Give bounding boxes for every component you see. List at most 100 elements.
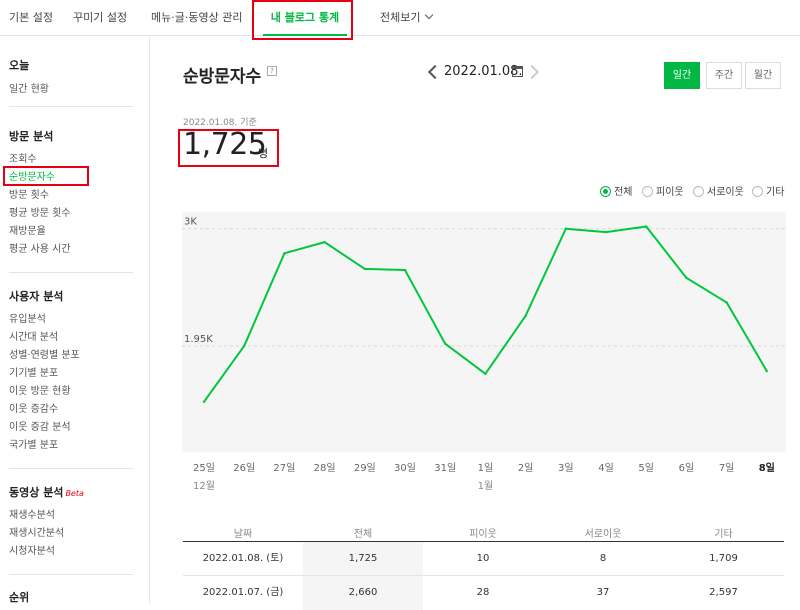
page-title: 순방문자수 <box>183 67 262 87</box>
table-cell-other: 2,597 <box>709 587 738 598</box>
data-point <box>283 252 286 255</box>
help-icon[interactable]: ? <box>267 66 277 76</box>
tab-design-settings[interactable]: 꾸미기 설정 <box>73 0 127 36</box>
radio-selected-icon <box>600 186 611 197</box>
period-daily-button[interactable]: 일간 <box>664 62 700 89</box>
data-point <box>323 240 326 244</box>
tab-view-all-label: 전체보기 <box>380 11 421 24</box>
legend-mutual-neighbors-label: 서로이웃 <box>707 187 744 198</box>
sidebar-divider <box>9 574 133 575</box>
sidebar-item-visit-count[interactable]: 방문 횟수 <box>9 186 49 201</box>
data-point <box>685 276 688 280</box>
sidebar-item-neighbor-change-analysis[interactable]: 이웃 증감 분석 <box>9 418 71 433</box>
sidebar-item-revisit-rate[interactable]: 재방문율 <box>9 222 46 237</box>
sidebar-head-user: 사용자 분석 <box>9 290 64 303</box>
beta-badge: Beta <box>65 489 84 498</box>
sidebar-item-unique-visitors[interactable]: 순방문자수 <box>9 168 55 183</box>
sidebar-item-avg-time[interactable]: 평균 사용 시간 <box>9 240 71 255</box>
period-monthly-button[interactable]: 월간 <box>745 62 781 89</box>
x-month-label: 12월 <box>193 480 215 492</box>
x-tick-label: 5일 <box>638 462 654 474</box>
sidebar-item-country[interactable]: 국가별 분포 <box>9 436 58 451</box>
x-tick-label: 28일 <box>314 462 336 474</box>
calendar-icon[interactable] <box>512 66 523 77</box>
chevron-down-icon <box>425 10 434 20</box>
table-header-mutual: 서로이웃 <box>584 529 622 540</box>
legend-other[interactable]: 기타 <box>752 183 784 198</box>
legend-mutual-neighbors[interactable]: 서로이웃 <box>693 183 744 198</box>
x-month-label: 1월 <box>478 480 494 492</box>
table-cell-mutual: 37 <box>596 587 610 598</box>
sidebar-item-play-count[interactable]: 재생수분석 <box>9 506 55 521</box>
sidebar-head-today: 오늘 <box>9 59 30 72</box>
x-tick-label: 25일 <box>193 462 215 474</box>
sidebar-item-neighbor-visits[interactable]: 이웃 방문 현황 <box>9 382 71 397</box>
x-tick-label: 4일 <box>598 462 614 474</box>
period-weekly-button[interactable]: 주간 <box>706 62 742 89</box>
data-point <box>725 301 728 304</box>
sidebar-divider <box>9 106 133 107</box>
table-cell-total: 1,725 <box>303 542 423 576</box>
data-point <box>484 372 487 376</box>
y-tick-label: 1.95K <box>184 334 213 345</box>
table-cell-mutual: 8 <box>599 553 607 564</box>
data-point <box>564 227 567 230</box>
legend-other-label: 기타 <box>766 187 785 198</box>
tab-content-management[interactable]: 메뉴·글·동영상 관리 <box>151 0 242 36</box>
top-nav: 기본 설정 꾸미기 설정 메뉴·글·동영상 관리 내 블로그 통계 전체보기 <box>0 0 800 36</box>
data-point <box>202 400 206 403</box>
x-tick-label: 27일 <box>273 462 295 474</box>
x-tick-label: 1일 <box>478 462 494 474</box>
sidebar-item-viewers[interactable]: 시청자분석 <box>9 542 55 557</box>
table-header-total: 전체 <box>353 529 373 540</box>
table-cell-neighbors: 28 <box>476 587 490 598</box>
sidebar-item-inflow[interactable]: 유입분석 <box>9 310 46 325</box>
table-row: 2022.01.08. (토) 1,725 10 8 1,709 <box>183 542 784 576</box>
sidebar-head-video-label: 동영상 분석 <box>9 486 64 499</box>
sidebar-item-avg-visits[interactable]: 평균 방문 횟수 <box>9 204 71 219</box>
sidebar-item-gender-age[interactable]: 성별·연령별 분포 <box>9 346 80 361</box>
table-header-neighbors: 피이웃 <box>469 529 497 540</box>
table-cell-date: 2022.01.07. (금) <box>202 587 284 598</box>
radio-icon <box>693 186 704 197</box>
data-point <box>765 369 768 373</box>
y-tick-label: 3K <box>184 217 197 228</box>
sidebar-item-time-analysis[interactable]: 시간대 분석 <box>9 328 58 343</box>
total-visitors-value: 1,725 <box>183 127 267 162</box>
legend-neighbors-label: 피이웃 <box>656 187 684 198</box>
table-cell-other: 1,709 <box>709 553 738 564</box>
data-point <box>363 267 366 271</box>
data-point <box>444 342 447 345</box>
x-tick-label: 8일 <box>759 461 775 474</box>
sidebar-item-neighbor-change[interactable]: 이웃 증감수 <box>9 400 58 415</box>
x-tick-label: 7일 <box>719 462 735 474</box>
tab-view-all[interactable]: 전체보기 <box>380 0 434 36</box>
sidebar-item-device[interactable]: 기기별 분포 <box>9 364 58 379</box>
sidebar-head-video: 동영상 분석 Beta <box>9 484 84 500</box>
sidebar-item-play-time[interactable]: 재생시간분석 <box>9 524 64 539</box>
next-date-arrow-icon[interactable] <box>524 64 540 80</box>
table-cell-date: 2022.01.08. (토) <box>202 553 284 564</box>
x-tick-label: 30일 <box>394 462 416 474</box>
x-tick-label: 6일 <box>679 462 695 474</box>
data-point <box>403 268 407 272</box>
plot-background <box>182 212 786 452</box>
tab-basic-settings[interactable]: 기본 설정 <box>9 0 53 36</box>
x-tick-label: 31일 <box>434 462 456 474</box>
sidebar-item-views[interactable]: 조회수 <box>9 150 37 165</box>
data-point <box>645 225 648 228</box>
active-tab-underline <box>263 34 347 36</box>
table-row: 2022.01.07. (금) 2,660 28 37 2,597 <box>183 576 784 610</box>
sidebar-item-daily-status[interactable]: 일간 현황 <box>9 80 49 95</box>
data-point <box>243 344 246 348</box>
tab-blog-stats[interactable]: 내 블로그 통계 <box>263 0 347 36</box>
table-cell-total: 2,660 <box>303 576 423 610</box>
legend-neighbors[interactable]: 피이웃 <box>642 183 684 198</box>
prev-date-arrow-icon[interactable] <box>427 64 443 80</box>
legend-all[interactable]: 전체 <box>600 183 632 198</box>
table-header-other: 기타 <box>714 529 733 540</box>
radio-icon <box>752 186 763 197</box>
radio-icon <box>642 186 653 197</box>
data-point <box>604 230 608 234</box>
legend-all-label: 전체 <box>614 187 633 198</box>
